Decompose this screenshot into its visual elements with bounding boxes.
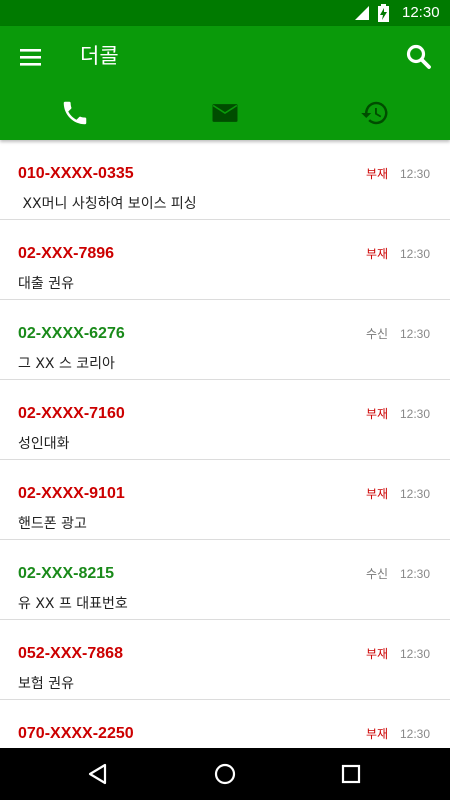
call-number: 010-XXXX-0335 [18, 165, 134, 182]
call-time: 12:30 [400, 247, 431, 261]
call-number: 02-XXXX-9101 [18, 485, 125, 502]
call-description: 그 XX 스 코리아 [18, 356, 115, 372]
call-description: 성인대화 [18, 436, 70, 452]
home-button[interactable] [211, 760, 239, 788]
call-time: 12:30 [400, 167, 431, 181]
envelope-icon [212, 104, 238, 122]
call-list: 010-XXXX-0335 부재 12:30 XX머니 사칭하여 보이스 피싱 … [0, 140, 450, 748]
call-time: 12:30 [400, 567, 431, 581]
call-list-item[interactable]: 052-XXX-7868 부재 12:30 보험 권유 [0, 620, 450, 700]
screen: 12:30 더콜 010-XXXX-0335 부재 12:30 XX머니 사칭하… [0, 0, 450, 800]
back-icon [88, 763, 107, 785]
call-description: XX머니 사칭하여 보이스 피싱 [18, 196, 197, 212]
call-status: 부재 [366, 407, 389, 421]
home-icon [214, 763, 236, 785]
back-button[interactable] [84, 760, 112, 788]
system-nav-bar [0, 748, 450, 800]
status-bar: 12:30 [0, 0, 450, 26]
call-time: 12:30 [400, 487, 431, 501]
call-list-item[interactable]: 02-XXX-7896 부재 12:30 대출 권유 [0, 220, 450, 300]
call-list-item[interactable]: 02-XXX-8215 수신 12:30 유 XX 프 대표번호 [0, 540, 450, 620]
app-title: 더콜 [80, 44, 119, 68]
call-description: 핸드폰 광고 [18, 516, 87, 532]
tab-messages[interactable] [150, 90, 300, 138]
call-list-item[interactable]: 010-XXXX-0335 부재 12:30 XX머니 사칭하여 보이스 피싱 [0, 140, 450, 220]
search-button[interactable] [402, 40, 436, 74]
call-status: 부재 [366, 647, 389, 661]
call-status: 수신 [366, 567, 389, 581]
call-list-item[interactable]: 070-XXXX-2250 부재 12:30 [0, 700, 450, 748]
phone-icon [63, 101, 87, 125]
tab-history[interactable] [300, 90, 450, 138]
call-time: 12:30 [400, 647, 431, 661]
signal-icon [355, 6, 369, 20]
hamburger-menu-icon [20, 49, 41, 66]
battery-charging-icon [378, 4, 389, 22]
menu-button[interactable] [14, 40, 48, 74]
call-description: 대출 권유 [18, 276, 74, 292]
tab-calls[interactable] [0, 90, 150, 138]
call-list-item[interactable]: 02-XXXX-7160 부재 12:30 성인대화 [0, 380, 450, 460]
call-status: 부재 [366, 727, 389, 741]
history-icon [361, 101, 388, 125]
app-bar: 더콜 [0, 26, 450, 140]
call-number: 02-XXX-8215 [18, 565, 115, 582]
call-description: 보험 권유 [18, 676, 74, 692]
call-time: 12:30 [400, 327, 431, 341]
call-number: 02-XXX-7896 [18, 245, 115, 262]
call-time: 12:30 [400, 407, 431, 421]
call-number: 070-XXXX-2250 [18, 725, 134, 742]
status-clock: 12:30 [402, 4, 440, 21]
search-icon [406, 44, 431, 69]
call-status: 부재 [366, 167, 389, 181]
call-time: 12:30 [400, 727, 431, 741]
call-description: 유 XX 프 대표번호 [18, 596, 128, 612]
recents-button[interactable] [337, 760, 365, 788]
call-number: 02-XXXX-7160 [18, 405, 125, 422]
call-number: 052-XXX-7868 [18, 645, 123, 662]
call-status: 수신 [366, 327, 389, 341]
call-status: 부재 [366, 487, 389, 501]
call-list-item[interactable]: 02-XXXX-9101 부재 12:30 핸드폰 광고 [0, 460, 450, 540]
recents-icon [341, 764, 361, 784]
call-list-item[interactable]: 02-XXXX-6276 수신 12:30 그 XX 스 코리아 [0, 300, 450, 380]
call-status: 부재 [366, 247, 389, 261]
call-number: 02-XXXX-6276 [18, 325, 125, 342]
